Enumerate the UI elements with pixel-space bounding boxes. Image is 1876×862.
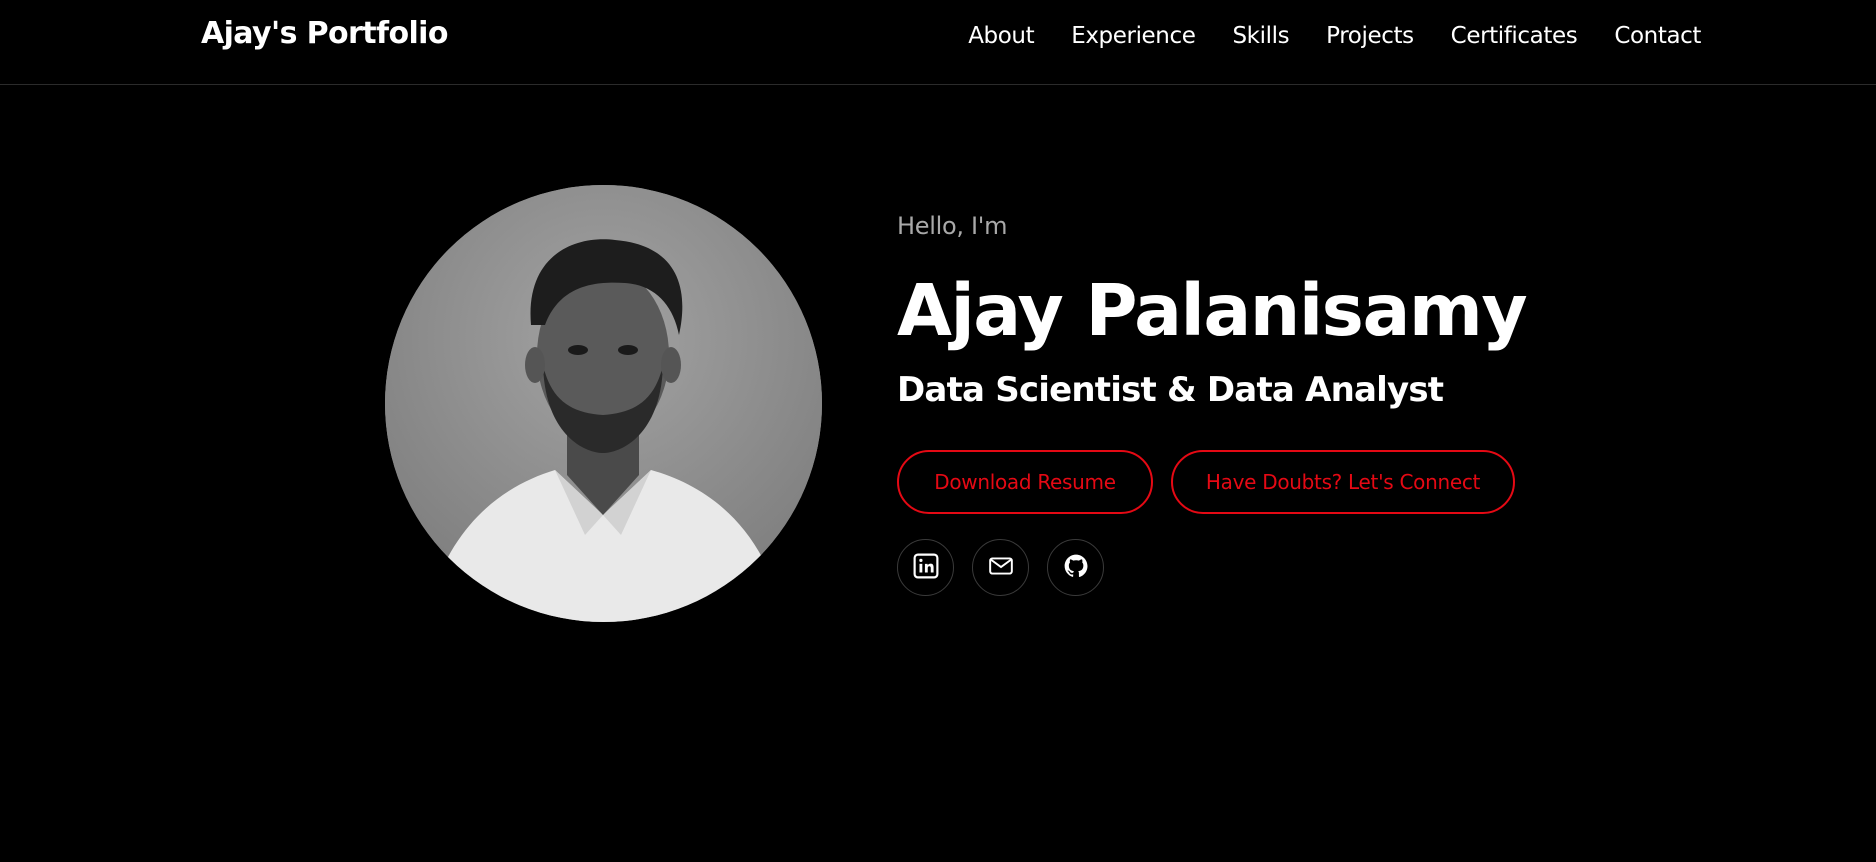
nav-links: About Experience Skills Projects Certifi…	[931, 20, 1701, 52]
greeting-text: Hello, I'm	[897, 212, 1008, 240]
hero-name: Ajay Palanisamy	[897, 269, 1528, 352]
github-icon	[1063, 553, 1089, 583]
nav-link-experience[interactable]: Experience	[1071, 20, 1196, 52]
connect-button[interactable]: Have Doubts? Let's Connect	[1171, 450, 1515, 514]
nav-link-projects[interactable]: Projects	[1326, 20, 1414, 52]
email-link[interactable]	[972, 539, 1029, 596]
navbar: Ajay's Portfolio About Experience Skills…	[0, 0, 1876, 85]
brand-logo[interactable]: Ajay's Portfolio	[201, 16, 448, 51]
github-link[interactable]	[1047, 539, 1104, 596]
social-links	[897, 539, 1122, 596]
nav-link-contact[interactable]: Contact	[1614, 20, 1701, 52]
download-resume-button[interactable]: Download Resume	[897, 450, 1153, 514]
hero-role: Data Scientist & Data Analyst	[897, 370, 1444, 410]
hero-section: Hello, I'm Ajay Palanisamy Data Scientis…	[897, 212, 1528, 596]
profile-photo	[385, 185, 822, 622]
linkedin-link[interactable]	[897, 539, 954, 596]
linkedin-icon	[913, 553, 939, 583]
nav-link-skills[interactable]: Skills	[1232, 20, 1289, 52]
nav-link-certificates[interactable]: Certificates	[1451, 20, 1578, 52]
nav-link-about[interactable]: About	[968, 20, 1034, 52]
email-icon	[988, 553, 1014, 583]
